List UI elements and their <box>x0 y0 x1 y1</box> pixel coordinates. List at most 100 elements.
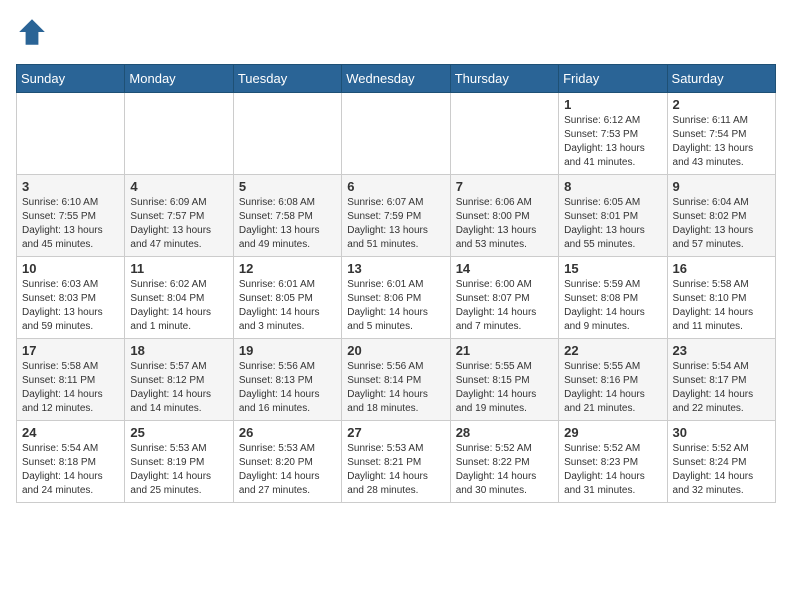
day-info: Sunrise: 5:52 AM Sunset: 8:23 PM Dayligh… <box>564 442 661 498</box>
calendar-cell: 17 Sunrise: 5:58 AM Sunset: 8:11 PM Dayli… <box>17 339 125 421</box>
calendar-cell: 18 Sunrise: 5:57 AM Sunset: 8:12 PM Dayli… <box>125 339 233 421</box>
day-number: 9 <box>673 179 770 194</box>
day-number: 11 <box>130 261 227 276</box>
day-number: 26 <box>239 425 336 440</box>
calendar-cell: 6 Sunrise: 6:07 AM Sunset: 7:59 PM Daylig… <box>342 175 450 257</box>
day-number: 4 <box>130 179 227 194</box>
day-info: Sunrise: 6:10 AM Sunset: 7:55 PM Dayligh… <box>22 196 119 252</box>
calendar-cell <box>17 93 125 175</box>
day-of-week-header: Sunday <box>17 65 125 93</box>
day-number: 21 <box>456 343 553 358</box>
day-number: 1 <box>564 97 661 112</box>
calendar-cell: 13 Sunrise: 6:01 AM Sunset: 8:06 PM Dayli… <box>342 257 450 339</box>
day-number: 22 <box>564 343 661 358</box>
calendar-cell: 15Sunrise: 5:59 AM Sunset: 8:08 PM Dayli… <box>559 257 667 339</box>
calendar-cell: 30 Sunrise: 5:52 AM Sunset: 8:24 PM Dayli… <box>667 421 775 503</box>
day-number: 17 <box>22 343 119 358</box>
calendar-cell: 21 Sunrise: 5:55 AM Sunset: 8:15 PM Dayli… <box>450 339 558 421</box>
day-info: Sunrise: 6:04 AM Sunset: 8:02 PM Dayligh… <box>673 196 770 252</box>
day-info: Sunrise: 6:05 AM Sunset: 8:01 PM Dayligh… <box>564 196 661 252</box>
day-info: Sunrise: 5:57 AM Sunset: 8:12 PM Dayligh… <box>130 360 227 416</box>
day-info: Sunrise: 6:11 AM Sunset: 7:54 PM Dayligh… <box>673 114 770 170</box>
calendar-cell: 2 Sunrise: 6:11 AM Sunset: 7:54 PM Daylig… <box>667 93 775 175</box>
logo-icon <box>16 16 48 48</box>
calendar-cell: 11 Sunrise: 6:02 AM Sunset: 8:04 PM Dayli… <box>125 257 233 339</box>
day-info: Sunrise: 6:09 AM Sunset: 7:57 PM Dayligh… <box>130 196 227 252</box>
calendar-cell: 20 Sunrise: 5:56 AM Sunset: 8:14 PM Dayli… <box>342 339 450 421</box>
calendar-cell: 12 Sunrise: 6:01 AM Sunset: 8:05 PM Dayli… <box>233 257 341 339</box>
calendar-cell <box>342 93 450 175</box>
calendar-cell: 14 Sunrise: 6:00 AM Sunset: 8:07 PM Dayli… <box>450 257 558 339</box>
calendar-week-row: 10Sunrise: 6:03 AM Sunset: 8:03 PM Dayli… <box>17 257 776 339</box>
day-info: Sunrise: 5:56 AM Sunset: 8:14 PM Dayligh… <box>347 360 444 416</box>
day-number: 12 <box>239 261 336 276</box>
day-info: Sunrise: 5:52 AM Sunset: 8:24 PM Dayligh… <box>673 442 770 498</box>
calendar-week-row: 3 Sunrise: 6:10 AM Sunset: 7:55 PM Daylig… <box>17 175 776 257</box>
day-info: Sunrise: 6:07 AM Sunset: 7:59 PM Dayligh… <box>347 196 444 252</box>
day-number: 23 <box>673 343 770 358</box>
calendar-cell: 25 Sunrise: 5:53 AM Sunset: 8:19 PM Dayli… <box>125 421 233 503</box>
day-info: Sunrise: 5:55 AM Sunset: 8:15 PM Dayligh… <box>456 360 553 416</box>
calendar-cell: 9 Sunrise: 6:04 AM Sunset: 8:02 PM Daylig… <box>667 175 775 257</box>
day-of-week-header: Thursday <box>450 65 558 93</box>
day-info: Sunrise: 5:53 AM Sunset: 8:19 PM Dayligh… <box>130 442 227 498</box>
day-number: 7 <box>456 179 553 194</box>
calendar-cell: 3 Sunrise: 6:10 AM Sunset: 7:55 PM Daylig… <box>17 175 125 257</box>
day-info: Sunrise: 5:52 AM Sunset: 8:22 PM Dayligh… <box>456 442 553 498</box>
day-of-week-header: Saturday <box>667 65 775 93</box>
calendar-cell: 24Sunrise: 5:54 AM Sunset: 8:18 PM Dayli… <box>17 421 125 503</box>
calendar-cell: 22 Sunrise: 5:55 AM Sunset: 8:16 PM Dayli… <box>559 339 667 421</box>
day-number: 13 <box>347 261 444 276</box>
day-number: 2 <box>673 97 770 112</box>
page-header <box>16 16 776 48</box>
day-info: Sunrise: 5:53 AM Sunset: 8:21 PM Dayligh… <box>347 442 444 498</box>
day-number: 29 <box>564 425 661 440</box>
day-info: Sunrise: 5:54 AM Sunset: 8:18 PM Dayligh… <box>22 442 119 498</box>
day-info: Sunrise: 6:01 AM Sunset: 8:06 PM Dayligh… <box>347 278 444 334</box>
day-info: Sunrise: 6:08 AM Sunset: 7:58 PM Dayligh… <box>239 196 336 252</box>
day-info: Sunrise: 6:12 AM Sunset: 7:53 PM Dayligh… <box>564 114 661 170</box>
calendar-cell: 10Sunrise: 6:03 AM Sunset: 8:03 PM Dayli… <box>17 257 125 339</box>
day-number: 20 <box>347 343 444 358</box>
day-number: 3 <box>22 179 119 194</box>
day-number: 27 <box>347 425 444 440</box>
day-info: Sunrise: 5:58 AM Sunset: 8:11 PM Dayligh… <box>22 360 119 416</box>
calendar-cell: 19 Sunrise: 5:56 AM Sunset: 8:13 PM Dayli… <box>233 339 341 421</box>
day-number: 19 <box>239 343 336 358</box>
calendar-week-row: 24Sunrise: 5:54 AM Sunset: 8:18 PM Dayli… <box>17 421 776 503</box>
day-info: Sunrise: 6:06 AM Sunset: 8:00 PM Dayligh… <box>456 196 553 252</box>
calendar-header-row: SundayMondayTuesdayWednesdayThursdayFrid… <box>17 65 776 93</box>
calendar-cell: 7 Sunrise: 6:06 AM Sunset: 8:00 PM Daylig… <box>450 175 558 257</box>
day-info: Sunrise: 5:55 AM Sunset: 8:16 PM Dayligh… <box>564 360 661 416</box>
day-of-week-header: Friday <box>559 65 667 93</box>
day-info: Sunrise: 5:54 AM Sunset: 8:17 PM Dayligh… <box>673 360 770 416</box>
day-number: 14 <box>456 261 553 276</box>
calendar-cell: 8 Sunrise: 6:05 AM Sunset: 8:01 PM Daylig… <box>559 175 667 257</box>
day-number: 30 <box>673 425 770 440</box>
day-info: Sunrise: 6:00 AM Sunset: 8:07 PM Dayligh… <box>456 278 553 334</box>
day-of-week-header: Wednesday <box>342 65 450 93</box>
day-number: 5 <box>239 179 336 194</box>
calendar-cell <box>125 93 233 175</box>
day-info: Sunrise: 6:02 AM Sunset: 8:04 PM Dayligh… <box>130 278 227 334</box>
day-number: 8 <box>564 179 661 194</box>
logo <box>16 16 52 48</box>
day-number: 16 <box>673 261 770 276</box>
calendar-cell: 26 Sunrise: 5:53 AM Sunset: 8:20 PM Dayli… <box>233 421 341 503</box>
calendar-week-row: 17 Sunrise: 5:58 AM Sunset: 8:11 PM Dayli… <box>17 339 776 421</box>
day-number: 18 <box>130 343 227 358</box>
calendar-cell: 16Sunrise: 5:58 AM Sunset: 8:10 PM Dayli… <box>667 257 775 339</box>
day-number: 25 <box>130 425 227 440</box>
day-info: Sunrise: 6:01 AM Sunset: 8:05 PM Dayligh… <box>239 278 336 334</box>
day-info: Sunrise: 5:56 AM Sunset: 8:13 PM Dayligh… <box>239 360 336 416</box>
day-info: Sunrise: 5:59 AM Sunset: 8:08 PM Dayligh… <box>564 278 661 334</box>
day-number: 28 <box>456 425 553 440</box>
calendar-cell: 28 Sunrise: 5:52 AM Sunset: 8:22 PM Dayli… <box>450 421 558 503</box>
day-info: Sunrise: 5:53 AM Sunset: 8:20 PM Dayligh… <box>239 442 336 498</box>
calendar-cell <box>450 93 558 175</box>
calendar-cell <box>233 93 341 175</box>
calendar-cell: 5 Sunrise: 6:08 AM Sunset: 7:58 PM Daylig… <box>233 175 341 257</box>
day-of-week-header: Tuesday <box>233 65 341 93</box>
day-number: 6 <box>347 179 444 194</box>
calendar-cell: 1 Sunrise: 6:12 AM Sunset: 7:53 PM Daylig… <box>559 93 667 175</box>
